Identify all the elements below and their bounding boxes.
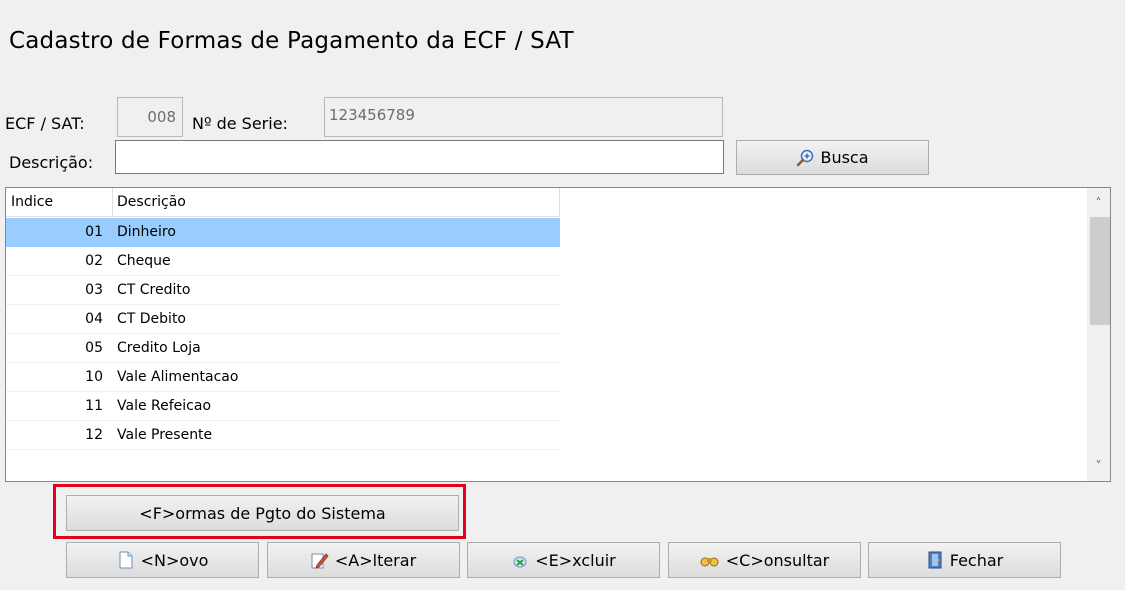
serie-field[interactable]: 123456789 <box>324 97 723 137</box>
formas-sistema-button[interactable]: <F>ormas de Pgto do Sistema <box>66 495 459 531</box>
row-indice: 03 <box>85 282 103 298</box>
table-row[interactable]: 01 Dinheiro <box>6 218 560 247</box>
busca-label: Busca <box>820 148 869 167</box>
new-document-icon <box>117 551 135 569</box>
col-descricao-header[interactable]: Descrição <box>117 194 186 210</box>
descricao-label: Descrição: <box>9 153 94 172</box>
delete-icon <box>511 551 529 569</box>
table-row[interactable]: 11 Vale Refeicao <box>6 392 560 421</box>
busca-button[interactable]: Busca <box>736 140 929 175</box>
consultar-label: <C>onsultar <box>725 550 830 570</box>
fechar-button[interactable]: Fechar <box>868 542 1061 578</box>
serie-label: Nº de Serie: <box>192 114 288 133</box>
table-row[interactable]: 10 Vale Alimentacao <box>6 363 560 392</box>
excluir-button[interactable]: <E>xcluir <box>467 542 660 578</box>
consultar-button[interactable]: <C>onsultar <box>668 542 861 578</box>
ecf-sat-field[interactable]: 008 <box>117 97 183 137</box>
row-descricao: Vale Presente <box>117 427 213 443</box>
vertical-scrollbar[interactable]: ˄ ˅ <box>1087 188 1110 481</box>
fechar-label: Fechar <box>949 550 1004 570</box>
table-row[interactable]: 12 Vale Presente <box>6 421 560 450</box>
descricao-input[interactable] <box>115 140 724 174</box>
row-descricao: Credito Loja <box>117 340 201 356</box>
page-title: Cadastro de Formas de Pagamento da ECF /… <box>9 28 574 54</box>
row-descricao: Dinheiro <box>117 224 176 240</box>
edit-pencil-icon <box>311 551 329 569</box>
row-descricao: Cheque <box>117 253 171 269</box>
table-row[interactable]: 03 CT Credito <box>6 276 560 305</box>
row-indice: 04 <box>85 311 103 327</box>
scroll-down-icon[interactable]: ˅ <box>1087 454 1110 478</box>
row-descricao: CT Debito <box>117 311 187 327</box>
alterar-label: <A>lterar <box>334 550 417 570</box>
novo-button[interactable]: <N>ovo <box>66 542 259 578</box>
ecf-sat-label: ECF / SAT: <box>5 114 85 133</box>
table-row[interactable]: 05 Credito Loja <box>6 334 560 363</box>
row-descricao: Vale Alimentacao <box>117 369 239 385</box>
row-indice: 12 <box>85 427 103 443</box>
novo-label: <N>ovo <box>140 550 209 570</box>
col-indice-header[interactable]: Indice <box>11 194 53 210</box>
payment-methods-grid[interactable]: Indice Descrição 01 Dinheiro 02 Cheque 0… <box>5 187 1111 482</box>
row-descricao: Vale Refeicao <box>117 398 212 414</box>
row-indice: 10 <box>85 369 103 385</box>
row-descricao: CT Credito <box>117 282 191 298</box>
binoculars-icon <box>700 551 720 569</box>
row-indice: 02 <box>85 253 103 269</box>
alterar-button[interactable]: <A>lterar <box>267 542 460 578</box>
table-row[interactable]: 02 Cheque <box>6 247 560 276</box>
exit-door-icon <box>926 551 944 569</box>
scroll-up-icon[interactable]: ˄ <box>1087 191 1110 215</box>
grid-header: Indice Descrição <box>6 188 560 217</box>
row-indice: 01 <box>85 224 103 240</box>
row-indice: 11 <box>85 398 103 414</box>
magnifier-icon <box>796 149 814 167</box>
excluir-label: <E>xcluir <box>535 550 616 570</box>
row-indice: 05 <box>85 340 103 356</box>
table-row[interactable]: 04 CT Debito <box>6 305 560 334</box>
scroll-thumb[interactable] <box>1090 217 1110 325</box>
